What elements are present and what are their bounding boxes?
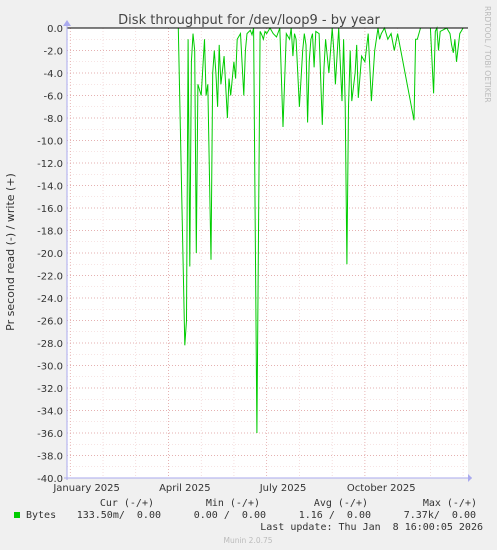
y-tick-label: -22.0	[37, 272, 63, 283]
legend-series-name: Bytes	[26, 510, 56, 521]
y-tick-label: -20.0	[37, 249, 63, 260]
footer-version: Munin 2.0.75	[223, 536, 272, 545]
throughput-chart: Disk throughput for /dev/loop9 - by year…	[4, 6, 492, 545]
y-tick-label: -36.0	[37, 429, 63, 440]
y-tick-label: -14.0	[37, 182, 63, 193]
legend-min-value: 0.00 / 0.00	[194, 510, 266, 521]
y-tick-label: -2.0	[43, 47, 63, 58]
y-tick-label: -28.0	[37, 339, 63, 350]
x-axis-labels: January 2025 April 2025 July 2025 October 2…	[52, 483, 415, 494]
y-tick-label: -18.0	[37, 227, 63, 238]
legend-max-value: 7.37k/ 0.00	[404, 510, 476, 521]
y-tick-label: -12.0	[37, 159, 63, 170]
x-tick-label: January 2025	[52, 483, 120, 494]
x-tick-label: April 2025	[159, 483, 210, 494]
y-tick-label: -16.0	[37, 204, 63, 215]
legend-header-avg: Avg (-/+)	[314, 498, 368, 509]
last-update: Last update: Thu Jan 8 16:00:05 2026	[260, 522, 483, 533]
y-tick-label: -8.0	[43, 114, 63, 125]
y-tick-label: -4.0	[43, 69, 63, 80]
legend-avg-value: 1.16 / 0.00	[299, 510, 371, 521]
y-tick-label: -24.0	[37, 294, 63, 305]
legend-header-cur: Cur (-/+)	[100, 498, 154, 509]
y-tick-label: -32.0	[37, 384, 63, 395]
y-tick-label: 0.0	[47, 24, 63, 35]
legend-cur-value: 133.50m/ 0.00	[77, 510, 161, 521]
side-label: RRDTOOL / TOBI OETIKER	[483, 6, 492, 103]
y-tick-label: -10.0	[37, 137, 63, 148]
x-tick-label: October 2025	[347, 483, 416, 494]
y-tick-label: -6.0	[43, 92, 63, 103]
legend-header-max: Max (-/+)	[423, 498, 477, 509]
y-axis-label: Pr second read (-) / write (+)	[4, 173, 17, 331]
y-tick-label: -26.0	[37, 317, 63, 328]
x-axis-arrow	[468, 474, 472, 482]
y-axis-arrow	[63, 20, 71, 26]
legend-swatch	[14, 512, 20, 518]
legend-header-min: Min (-/+)	[206, 498, 260, 509]
y-tick-label: -30.0	[37, 362, 63, 373]
x-tick-label: July 2025	[259, 483, 307, 494]
y-tick-label: -34.0	[37, 407, 63, 418]
chart-title: Disk throughput for /dev/loop9 - by year	[118, 13, 380, 28]
y-tick-label: -38.0	[37, 452, 63, 463]
